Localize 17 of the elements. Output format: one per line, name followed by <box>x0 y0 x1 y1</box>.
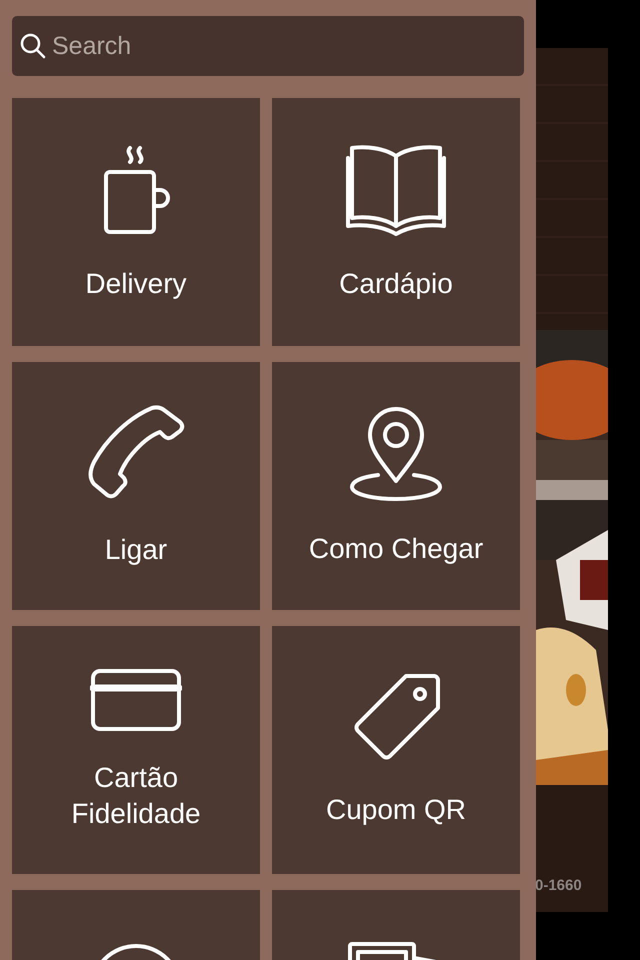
location-pin-icon <box>348 405 444 503</box>
menu-tile[interactable]: Cardápio <box>272 98 520 346</box>
menu-tile[interactable]: Cupom QR <box>272 626 520 874</box>
search-field[interactable]: Search <box>12 16 524 76</box>
tile-label: Cartão Fidelidade <box>70 761 202 831</box>
tile-label: Ligar <box>104 533 168 567</box>
tile-label: Cardápio <box>339 267 453 301</box>
menu-tile[interactable]: Como Chegar <box>272 362 520 610</box>
tile-label: Delivery <box>85 267 187 301</box>
menu-tile[interactable]: Cartão Fidelidade <box>12 626 260 874</box>
tile-label: Como Chegar <box>308 532 484 566</box>
menu-tile[interactable]: Ligar <box>12 362 260 610</box>
search-icon <box>20 33 46 59</box>
tile-label: Cupom QR <box>326 793 466 827</box>
credit-card-icon <box>90 668 182 732</box>
phone-number: 0-1660 <box>535 877 582 894</box>
menu-tile[interactable]: Delivery <box>12 98 260 346</box>
